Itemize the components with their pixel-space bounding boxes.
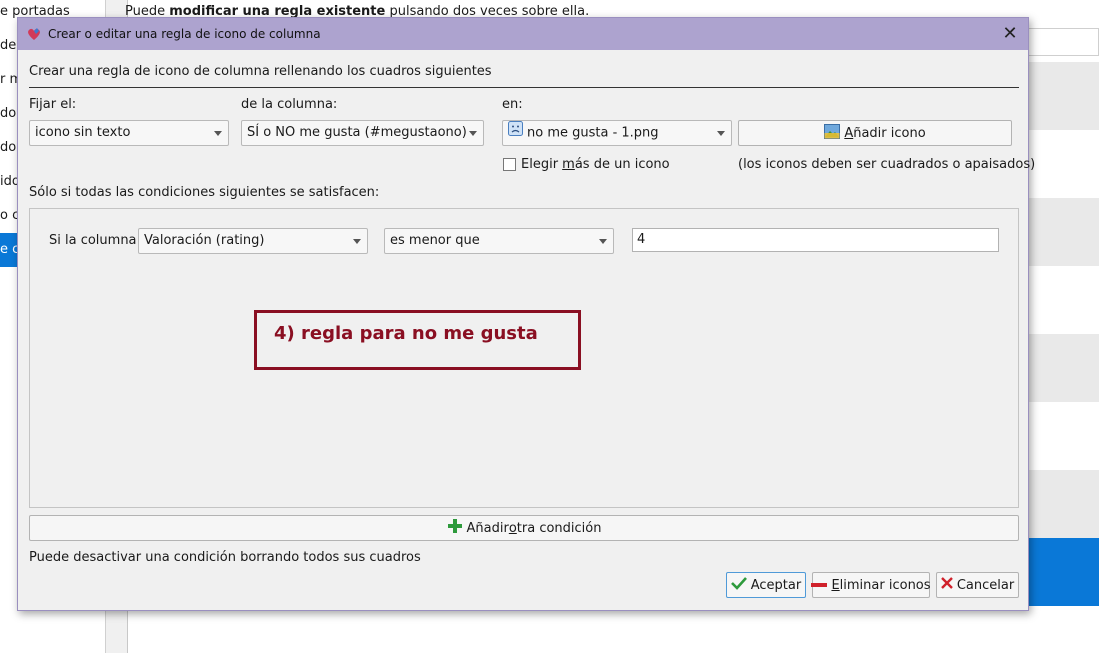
chevron-down-icon [599, 239, 607, 244]
app-logo-icon [26, 26, 42, 42]
column-icon-rule-dialog: Crear o editar una regla de icono de col… [17, 17, 1035, 611]
add-condition-button[interactable]: Añadir o tra condición [29, 515, 1019, 541]
icon-file-select[interactable]: no me gusta - 1.png [502, 120, 732, 146]
minus-icon [811, 578, 828, 593]
rule-row[interactable] [1028, 62, 1099, 130]
rule-row[interactable] [1028, 402, 1099, 470]
dialog-titlebar[interactable]: Crear o editar una regla de icono de col… [18, 18, 1028, 50]
multiple-icons-checkbox[interactable] [503, 158, 516, 171]
background-field [1028, 28, 1099, 56]
multiple-icons-label[interactable]: Elegir más de un icono [521, 157, 670, 172]
rule-row[interactable] [1028, 334, 1099, 402]
column-value: SÍ o NO me gusta (#megustaono) [247, 125, 467, 140]
dialog-title: Crear o editar una regla de icono de col… [48, 27, 321, 41]
icon-file-value: no me gusta - 1.png [527, 125, 659, 141]
chevron-down-icon [717, 131, 725, 136]
condition-column-select[interactable]: Valoración (rating) [138, 228, 368, 254]
column-label: de la columna: [241, 97, 338, 112]
dialog-heading: Crear una regla de icono de columna rell… [29, 64, 492, 79]
column-select[interactable]: SÍ o NO me gusta (#megustaono) [241, 120, 484, 146]
rule-row[interactable] [1028, 470, 1099, 538]
rule-row[interactable] [1028, 266, 1099, 334]
set-kind-select[interactable]: icono sin texto [29, 120, 229, 146]
heading-divider [29, 87, 1019, 88]
annotation-text: 4) regla para no me gusta [274, 323, 538, 344]
chevron-down-icon [469, 131, 477, 136]
chevron-down-icon [353, 239, 361, 244]
condition-value-input[interactable]: 4 [632, 228, 999, 252]
set-label: Fijar el: [29, 97, 77, 112]
icons-shape-note: (los iconos deben ser cuadrados o apaisa… [738, 157, 1036, 172]
condition-column-value: Valoración (rating) [144, 233, 265, 248]
rule-row-selected[interactable] [1028, 538, 1099, 606]
cancel-icon [940, 577, 953, 593]
remove-icons-button[interactable]: Eliminar iconos [811, 572, 931, 598]
chevron-down-icon [214, 131, 222, 136]
conditions-label: Sólo si todas las condiciones siguientes… [29, 185, 380, 200]
set-kind-value: icono sin texto [35, 125, 131, 140]
plus-icon [447, 518, 463, 538]
background-rules-list [1028, 0, 1099, 653]
add-icon-button[interactable]: Añadir icono [738, 120, 1012, 146]
condition-if-label: Si la columna [49, 233, 137, 248]
condition-operator-value: es menor que [390, 233, 480, 248]
close-button[interactable]: ✕ [998, 22, 1022, 46]
annotation-box: 4) regla para no me gusta [254, 310, 581, 370]
image-add-icon [824, 123, 841, 143]
disable-condition-hint: Puede desactivar una condición borrando … [29, 550, 421, 565]
close-icon: ✕ [1002, 23, 1018, 44]
checkmark-icon [730, 576, 747, 594]
condition-operator-select[interactable]: es menor que [384, 228, 614, 254]
cancel-button[interactable]: Cancelar [936, 572, 1019, 598]
rule-row[interactable] [1028, 130, 1099, 198]
rule-row[interactable] [1028, 198, 1099, 266]
sad-face-icon [508, 121, 523, 145]
accept-button[interactable]: Aceptar [726, 572, 806, 598]
in-label: en: [502, 97, 523, 112]
